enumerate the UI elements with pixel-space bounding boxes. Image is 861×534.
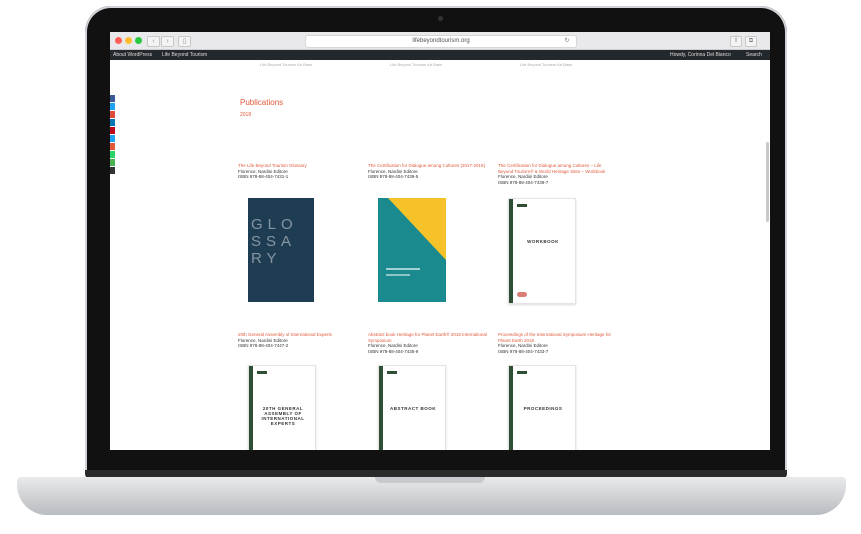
publication-info: The Certification for Dialogue among Cul…	[498, 163, 618, 185]
publication-cover[interactable]	[378, 198, 446, 302]
browser-toolbar: ‹ › ▯ lifebeyondtourism.org ↻ ⇧ ⧉	[110, 32, 770, 50]
cover-logo	[257, 371, 267, 374]
top-faint-label-1: Life Beyond Tourism Art Base	[260, 62, 313, 67]
reload-icon[interactable]: ↻	[562, 37, 572, 46]
forward-button[interactable]: ›	[161, 36, 174, 47]
publication-title-link[interactable]: The Certification for Dialogue among Cul…	[498, 163, 618, 174]
admin-bar-greeting[interactable]: Howdy, Corinna Del Bianco	[670, 50, 731, 60]
publication-isbn: ISBN 978-88-404-7447-2	[238, 343, 289, 348]
webcam-icon	[438, 16, 443, 21]
publication-info: The Life Beyond Tourism Glossary Florence…	[238, 163, 358, 180]
cover-spine	[509, 366, 513, 450]
top-faint-label-2: Life Beyond Tourism Art Base	[390, 62, 443, 67]
publication-info: The Certification for Dialogue among Cul…	[368, 163, 488, 180]
back-button[interactable]: ‹	[147, 36, 160, 47]
publication-cover[interactable]: ABSTRACT BOOK	[378, 365, 446, 450]
admin-bar-about-link[interactable]: About WordPress	[113, 50, 152, 60]
address-bar-url: lifebeyondtourism.org	[412, 38, 470, 44]
publication-cover[interactable]: GLOSSARY	[248, 198, 314, 302]
page-content: Life Beyond Tourism Art Base Life Beyond…	[110, 60, 770, 450]
address-bar[interactable]: lifebeyondtourism.org	[305, 35, 577, 48]
cover-title: 20TH GENERAL ASSEMBLY OF INTERNATIONAL E…	[261, 406, 305, 426]
cover-logo	[517, 204, 527, 207]
sidebar-toggle-button[interactable]: ▯	[178, 36, 191, 47]
laptop-screen: ‹ › ▯ lifebeyondtourism.org ↻ ⇧ ⧉ About …	[110, 32, 770, 450]
cover-title: WORKBOOK	[527, 239, 559, 244]
publication-info: Abstract book Heritage for Planet Earth®…	[368, 332, 488, 354]
publication-title-link[interactable]: The Certification for Dialogue among Cul…	[368, 163, 488, 169]
publication-cover[interactable]: WORKBOOK	[508, 198, 576, 304]
admin-bar-search[interactable]: Search	[746, 50, 762, 60]
publication-isbn: ISBN 978-88-404-7439-7	[498, 179, 549, 185]
cover-footer-logo	[517, 292, 527, 297]
laptop-notch	[375, 477, 485, 483]
publication-isbn: ISBN 978-88-404-7435-9	[368, 348, 419, 354]
page-scrollbar[interactable]	[766, 142, 769, 222]
publication-info: 20th General Assembly of International E…	[238, 332, 358, 349]
cover-logo	[387, 371, 397, 374]
publication-title-link[interactable]: Abstract book Heritage for Planet Earth®…	[368, 332, 488, 343]
tabs-overview-icon[interactable]: ⧉	[745, 36, 757, 47]
cover-graphic	[386, 198, 446, 276]
cover-spine	[509, 199, 513, 303]
publication-isbn: ISBN 978-88-404-7439-5	[368, 174, 419, 179]
cover-spine	[379, 366, 383, 450]
cover-title: PROCEEDINGS	[523, 406, 563, 411]
year-label: 2018	[240, 112, 252, 118]
publication-isbn: ISBN 978-88-404-7433-7	[498, 348, 549, 354]
page-title: Publications	[240, 98, 284, 107]
window-minimize-button[interactable]	[125, 37, 132, 44]
cover-spine	[249, 366, 253, 450]
publication-cover[interactable]: 20TH GENERAL ASSEMBLY OF INTERNATIONAL E…	[248, 365, 316, 450]
share-icon[interactable]: ⇧	[730, 36, 742, 47]
window-maximize-button[interactable]	[135, 37, 142, 44]
publication-info: Proceedings of the International Symposi…	[498, 332, 618, 354]
publication-isbn: ISBN 978-88-404-7431-1	[238, 174, 289, 179]
publication-cover[interactable]: PROCEEDINGS	[508, 365, 576, 450]
cover-logo	[517, 371, 527, 374]
wp-admin-bar: About WordPress Life Beyond Tourism Howd…	[110, 50, 770, 60]
window-close-button[interactable]	[115, 37, 122, 44]
admin-bar-site-link[interactable]: Life Beyond Tourism	[162, 50, 207, 60]
cover-title: ABSTRACT BOOK	[390, 406, 436, 411]
cover-title: GLOSSARY	[251, 216, 298, 267]
publication-title-link[interactable]: Proceedings of the International Symposi…	[498, 332, 618, 343]
top-faint-label-3: Life Beyond Tourism Art Base	[520, 62, 573, 67]
